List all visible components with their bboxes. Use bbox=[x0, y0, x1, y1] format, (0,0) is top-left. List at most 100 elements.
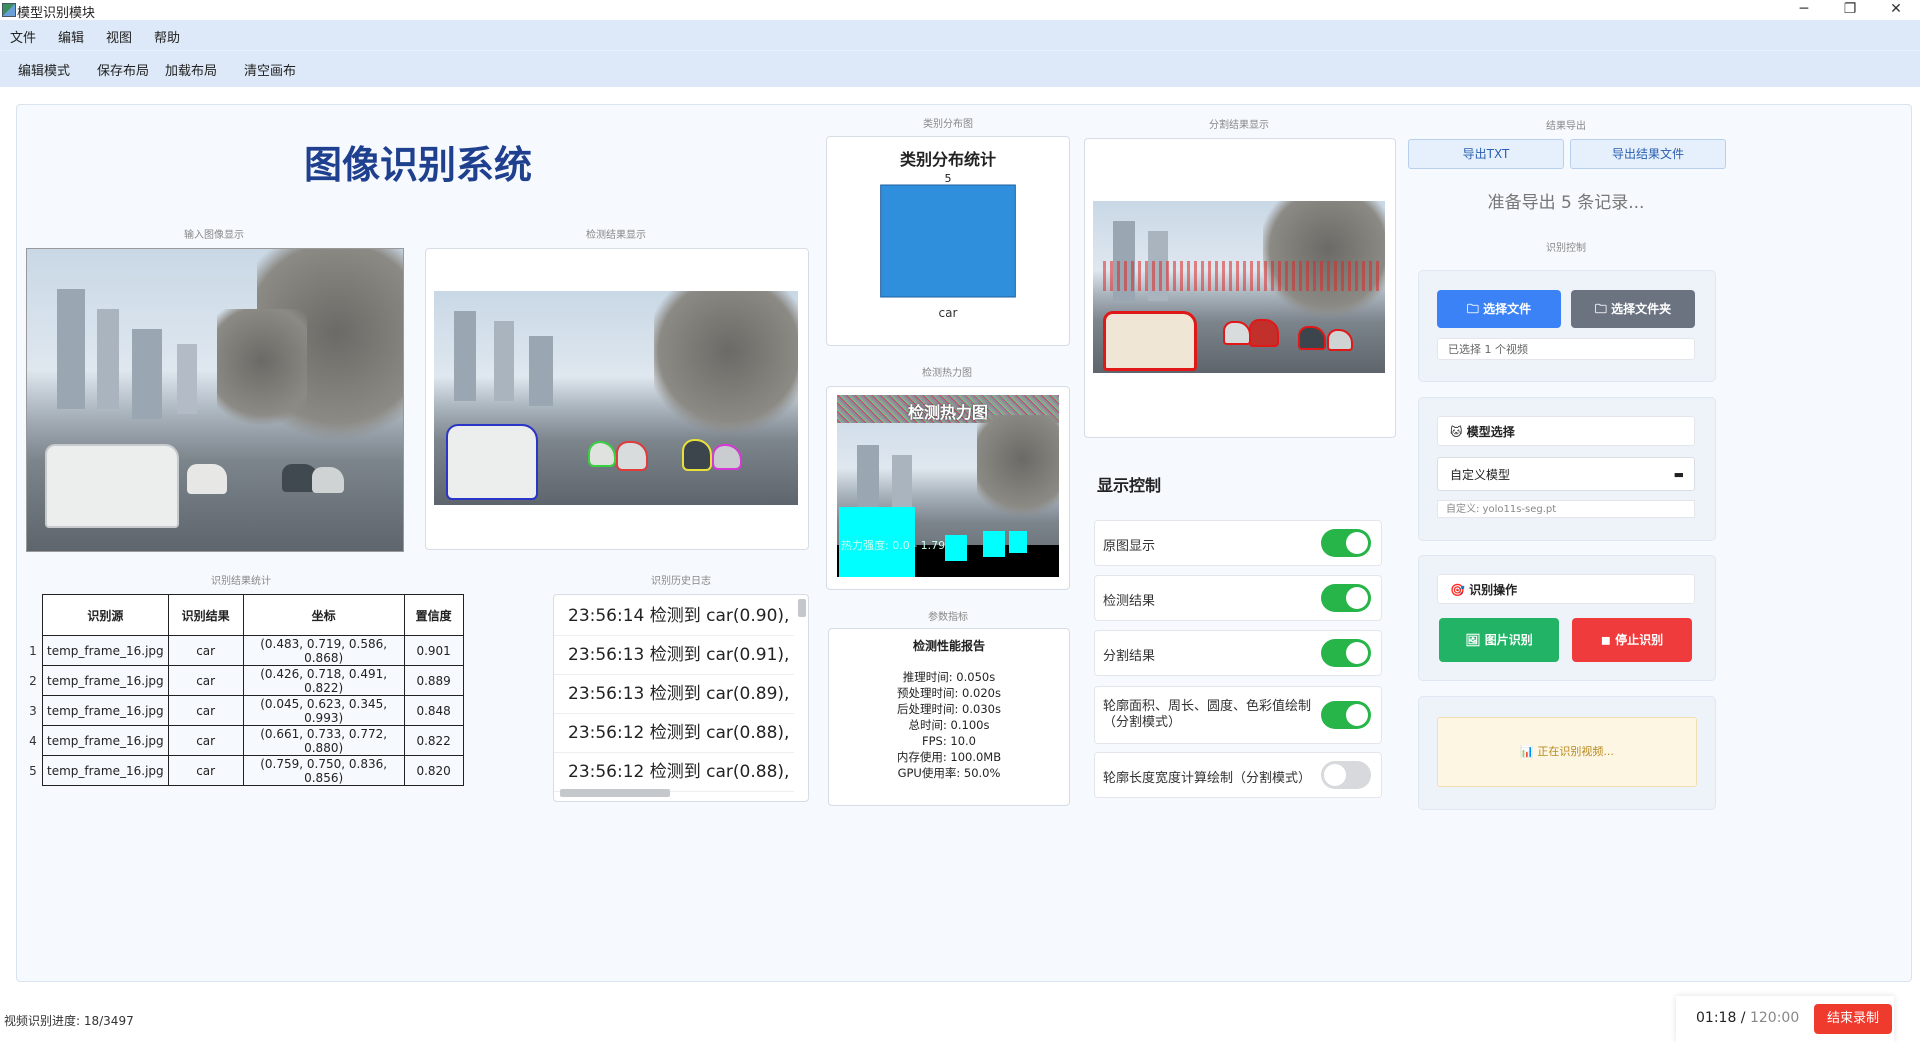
record-panel: 01:18 / 120:00 结束录制 bbox=[1676, 996, 1894, 1042]
toggle-contour-area-switch[interactable] bbox=[1321, 701, 1371, 729]
log-line: 23:56:12 检测到 car(0.88), car( bbox=[554, 753, 794, 792]
close-icon[interactable]: ✕ bbox=[1874, 0, 1918, 20]
elapsed-time: 01:18 bbox=[1696, 1010, 1737, 1026]
toolbar: 编辑模式 保存布局 加载布局 清空画布 bbox=[0, 50, 1920, 87]
cell-result: car bbox=[167, 755, 244, 786]
title-bar: 模型识别模块 ─ ❐ ✕ bbox=[0, 0, 1920, 21]
choose-file-label: 选择文件 bbox=[1483, 302, 1532, 316]
save-layout-button[interactable]: 保存布局 bbox=[97, 60, 149, 79]
category-chart-caption: 类别分布图 bbox=[923, 119, 973, 130]
metrics-caption: 参数指标 bbox=[928, 612, 968, 623]
cell-result: car bbox=[167, 635, 244, 666]
col-source[interactable]: 识别源 bbox=[42, 594, 169, 636]
choose-folder-label: 选择文件夹 bbox=[1611, 302, 1672, 316]
load-layout-button[interactable]: 加载布局 bbox=[165, 60, 217, 79]
col-coord[interactable]: 坐标 bbox=[242, 594, 405, 636]
export-status: 准备导出 5 条记录... bbox=[1487, 193, 1645, 213]
results-table: 识别源 识别结果 坐标 置信度 1 temp_frame_16.jpg car … bbox=[24, 594, 464, 786]
export-caption: 结果导出 bbox=[1546, 121, 1586, 132]
table-row[interactable]: 3 temp_frame_16.jpg car (0.045, 0.623, 0… bbox=[24, 695, 464, 726]
metric-postprocess: 后处理时间: 0.030s bbox=[897, 702, 1001, 716]
metric-gpu: GPU使用率: 50.0% bbox=[897, 766, 1001, 780]
menu-help[interactable]: 帮助 bbox=[154, 27, 180, 46]
time-limit: 120:00 bbox=[1749, 1010, 1800, 1026]
menu-edit[interactable]: 编辑 bbox=[58, 27, 84, 46]
status-section: 📊 正在识别视频... bbox=[1418, 696, 1716, 810]
toggle-label-segmentation: 分割结果 bbox=[1103, 649, 1156, 664]
toggle-row-original: 原图显示 bbox=[1094, 520, 1382, 566]
category-chart-panel: 类别分布统计 5 car bbox=[826, 136, 1070, 346]
cell-coord: (0.045, 0.623, 0.345, 0.993) bbox=[242, 695, 405, 726]
progress-text: 视频识别进度: 18/3497 bbox=[4, 1014, 134, 1028]
cell-result: car bbox=[167, 665, 244, 696]
model-icon: 🐱 bbox=[1450, 425, 1467, 439]
clear-canvas-button[interactable]: 清空画布 bbox=[244, 60, 296, 79]
operation-header-label: 识别操作 bbox=[1469, 583, 1518, 597]
heatmap-image: 检测热力图 热力强度: 0.0 - 1.79 bbox=[837, 395, 1059, 577]
table-row[interactable]: 4 temp_frame_16.jpg car (0.661, 0.733, 0… bbox=[24, 725, 464, 756]
record-timer: 01:18 / 120:00 bbox=[1696, 1010, 1799, 1026]
choose-folder-button[interactable]: 🗀 选择文件夹 bbox=[1571, 290, 1695, 328]
bar-car bbox=[880, 184, 1016, 298]
results-table-wrap: 识别源 识别结果 坐标 置信度 1 temp_frame_16.jpg car … bbox=[24, 594, 464, 786]
metrics-list: 推理时间: 0.050s 预处理时间: 0.020s 后处理时间: 0.030s… bbox=[829, 669, 1069, 781]
timer-separator: / bbox=[1736, 1010, 1750, 1026]
cell-source: temp_frame_16.jpg bbox=[42, 635, 169, 666]
horizontal-scrollbar[interactable] bbox=[560, 789, 670, 797]
stop-recognize-button[interactable]: ◼ 停止识别 bbox=[1572, 618, 1692, 662]
minimize-icon[interactable]: ─ bbox=[1782, 0, 1826, 20]
image-recognize-button[interactable]: 🖼 图片识别 bbox=[1439, 618, 1559, 662]
operation-section: 🎯 识别操作 🖼 图片识别 ◼ 停止识别 bbox=[1418, 555, 1716, 681]
cell-coord: (0.661, 0.733, 0.772, 0.880) bbox=[242, 725, 405, 756]
cell-confidence: 0.889 bbox=[403, 665, 464, 696]
toggle-row-segmentation: 分割结果 bbox=[1094, 630, 1382, 676]
cell-coord: (0.483, 0.719, 0.586, 0.868) bbox=[242, 635, 405, 666]
cell-coord: (0.759, 0.750, 0.836, 0.856) bbox=[242, 755, 405, 786]
edit-mode-button[interactable]: 编辑模式 bbox=[18, 60, 70, 79]
row-number: 2 bbox=[29, 673, 37, 688]
vertical-scrollbar[interactable] bbox=[798, 599, 806, 617]
toggle-original-switch[interactable] bbox=[1321, 529, 1371, 557]
cell-source: temp_frame_16.jpg bbox=[42, 725, 169, 756]
table-row[interactable]: 2 temp_frame_16.jpg car (0.426, 0.718, 0… bbox=[24, 665, 464, 696]
table-header-row: 识别源 识别结果 坐标 置信度 bbox=[24, 594, 464, 636]
chart-icon: 📊 bbox=[1520, 745, 1538, 758]
status-bar: 视频识别进度: 18/3497 01:18 / 120:00 结束录制 bbox=[0, 996, 1920, 1042]
heatmap-caption: 检测热力图 bbox=[922, 368, 972, 379]
target-icon: 🎯 bbox=[1450, 583, 1470, 597]
row-number: 3 bbox=[29, 703, 37, 718]
selected-file-label: 已选择 1 个视频 bbox=[1437, 338, 1695, 360]
category-chart: 类别分布统计 5 car bbox=[880, 150, 1016, 320]
toggle-contour-length-switch[interactable] bbox=[1321, 761, 1371, 789]
toggle-detection-switch[interactable] bbox=[1321, 584, 1371, 612]
file-select-section: 🗀 选择文件 🗀 选择文件夹 已选择 1 个视频 bbox=[1418, 270, 1716, 382]
menu-file[interactable]: 文件 bbox=[10, 27, 36, 46]
table-row[interactable]: 1 temp_frame_16.jpg car (0.483, 0.719, 0… bbox=[24, 635, 464, 666]
col-result[interactable]: 识别结果 bbox=[167, 594, 244, 636]
toggle-segmentation-switch[interactable] bbox=[1321, 639, 1371, 667]
custom-model-path: 自定义: yolo11s-seg.pt bbox=[1437, 500, 1695, 518]
menu-view[interactable]: 视图 bbox=[106, 27, 132, 46]
col-confidence[interactable]: 置信度 bbox=[403, 594, 464, 636]
row-number: 5 bbox=[29, 763, 37, 778]
restore-icon[interactable]: ❐ bbox=[1828, 0, 1872, 20]
model-select[interactable]: 自定义模型 ▬ bbox=[1437, 457, 1695, 491]
model-select-value: 自定义模型 bbox=[1450, 468, 1511, 482]
toggle-label-original: 原图显示 bbox=[1103, 539, 1156, 554]
row-number: 4 bbox=[29, 733, 37, 748]
export-file-button[interactable]: 导出结果文件 bbox=[1570, 139, 1726, 169]
input-image-caption: 输入图像显示 bbox=[184, 230, 244, 241]
history-log-panel[interactable]: 23:56:14 检测到 car(0.90), car( 23:56:13 检测… bbox=[553, 594, 809, 802]
detection-panel bbox=[425, 248, 809, 550]
log-line: 23:56:14 检测到 car(0.90), car( bbox=[554, 597, 794, 636]
recognition-control-caption: 识别控制 bbox=[1546, 243, 1586, 254]
table-row[interactable]: 5 temp_frame_16.jpg car (0.759, 0.750, 0… bbox=[24, 755, 464, 786]
choose-file-button[interactable]: 🗀 选择文件 bbox=[1437, 290, 1561, 328]
stop-recording-button[interactable]: 结束录制 bbox=[1814, 1004, 1892, 1034]
segmentation-image bbox=[1093, 201, 1385, 373]
chart-title: 类别分布统计 bbox=[900, 150, 996, 169]
export-txt-button[interactable]: 导出TXT bbox=[1408, 139, 1564, 169]
recognition-status-label: 正在识别视频... bbox=[1537, 745, 1614, 758]
metric-fps: FPS: 10.0 bbox=[922, 734, 976, 748]
input-image bbox=[26, 248, 404, 552]
